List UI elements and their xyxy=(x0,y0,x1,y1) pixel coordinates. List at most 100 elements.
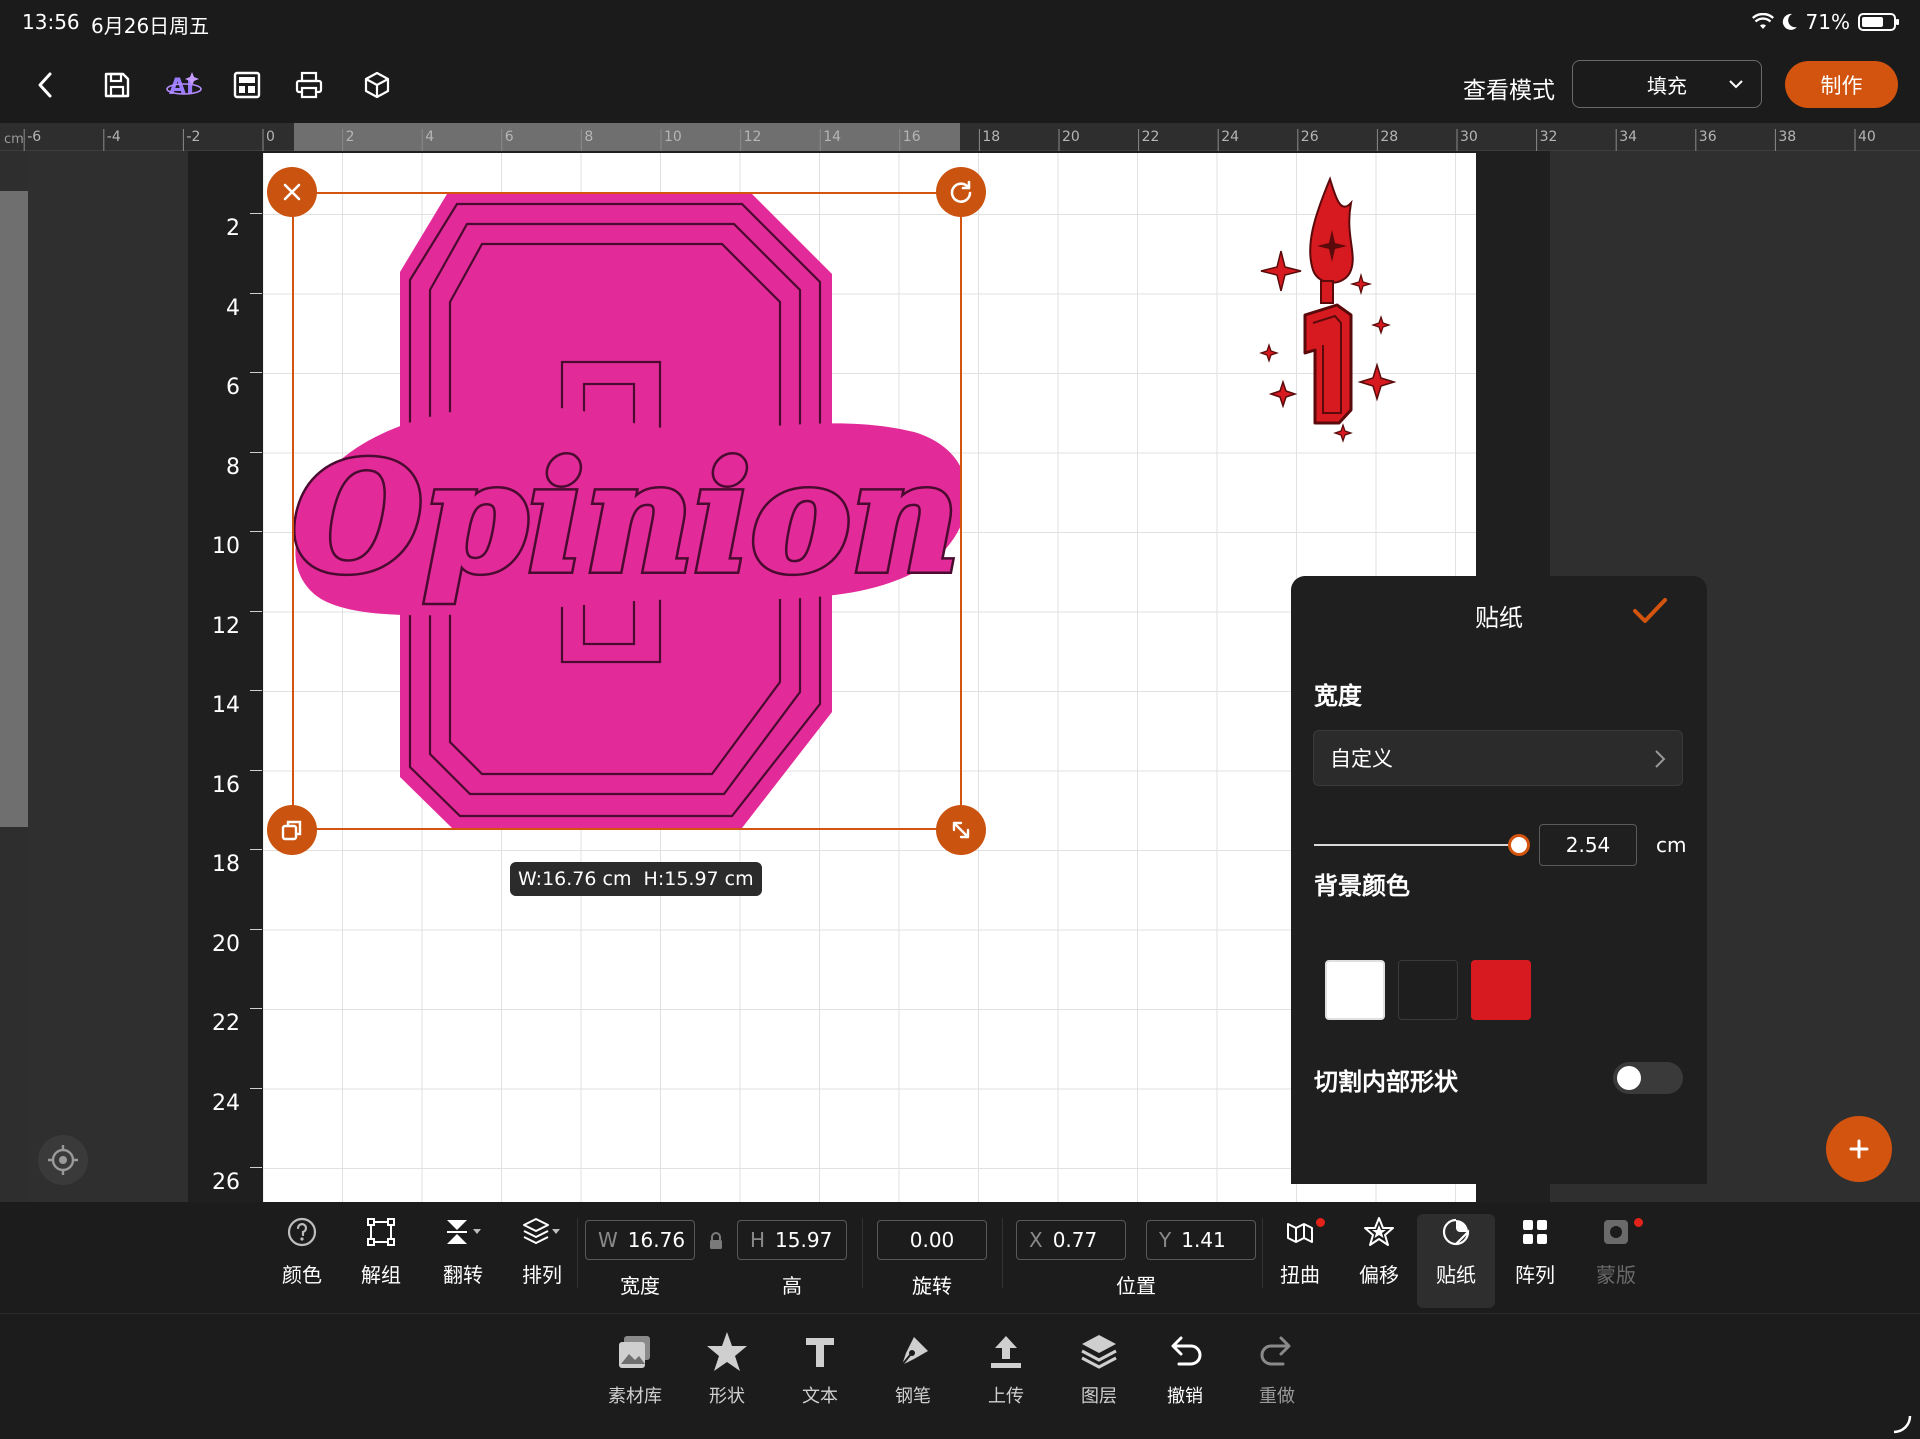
y-axis-tick xyxy=(250,690,262,691)
tab-text[interactable]: 文本 xyxy=(780,1328,860,1408)
horizontal-ruler: cm -6 -4 -2 0 2 4 6 8 10 12 14 16 18 20 22 24 26 28 30 32 34 3… xyxy=(0,123,1920,151)
moon-icon xyxy=(1782,13,1797,30)
tab-pen[interactable]: 钢笔 xyxy=(873,1328,953,1408)
cut-inner-toggle[interactable] xyxy=(1613,1062,1683,1094)
y-axis-number: 18 xyxy=(212,852,240,877)
help-circle-icon xyxy=(287,1217,317,1247)
upload-icon xyxy=(991,1336,1021,1368)
tab-library[interactable]: 素材库 xyxy=(595,1328,675,1408)
flip-tool[interactable]: 翻转 xyxy=(428,1214,498,1288)
width-slider-track[interactable] xyxy=(1314,844,1520,846)
redo-icon xyxy=(1260,1336,1291,1366)
arrange-tool[interactable]: 排列 xyxy=(507,1214,577,1288)
lock-icon[interactable] xyxy=(708,1232,724,1250)
crosshair-icon xyxy=(48,1145,78,1175)
save-icon[interactable] xyxy=(96,64,138,106)
tab-undo-label: 撤销 xyxy=(1167,1386,1203,1407)
ungroup-tool[interactable]: 解组 xyxy=(346,1214,416,1288)
ruler-tick-label: 20 xyxy=(1062,129,1080,145)
ruler-tick-label: 12 xyxy=(744,129,762,145)
width-mode-select[interactable]: 自定义 xyxy=(1313,730,1683,786)
chevron-right-icon xyxy=(1655,750,1666,768)
ungroup-icon xyxy=(367,1218,395,1246)
distort-tool[interactable]: 扭曲 xyxy=(1265,1214,1335,1288)
y-axis-tick xyxy=(250,1167,262,1168)
bg-color-white-swatch[interactable] xyxy=(1325,960,1385,1020)
back-icon[interactable] xyxy=(24,64,66,106)
width-field[interactable]: W 16.76 xyxy=(585,1220,695,1260)
position-caption: 位置 xyxy=(1116,1274,1156,1298)
tab-shapes-label: 形状 xyxy=(709,1386,745,1407)
selection-size-label: W:16.76 cm H:15.97 cm xyxy=(510,862,762,896)
battery-icon xyxy=(1858,13,1899,31)
flip-tool-label: 翻转 xyxy=(443,1263,483,1287)
candle-one-design[interactable] xyxy=(1255,175,1405,450)
ruler-tick-label: -4 xyxy=(107,129,121,145)
rotation-field[interactable]: 0.00 xyxy=(877,1220,987,1260)
resize-handle[interactable] xyxy=(936,805,986,855)
status-bar: 13:56 6月26日周五 71% xyxy=(0,0,1920,46)
ruler-tick-label: 10 xyxy=(664,129,682,145)
ruler-tick-label: 8 xyxy=(584,129,593,145)
y-axis-tick xyxy=(250,610,262,612)
grid-array-icon xyxy=(1523,1220,1547,1244)
tab-redo[interactable]: 重做 xyxy=(1237,1328,1317,1408)
add-button[interactable] xyxy=(1826,1116,1892,1182)
pen-icon xyxy=(901,1337,928,1366)
y-axis-number: 8 xyxy=(226,454,240,480)
view-mode-select[interactable]: 填充 xyxy=(1572,60,1762,108)
width-mode-value: 自定义 xyxy=(1330,747,1393,771)
height-field-prefix: H xyxy=(750,1228,766,1252)
offset-tool[interactable]: 偏移 xyxy=(1344,1214,1414,1288)
bg-color-red-swatch[interactable] xyxy=(1471,960,1531,1020)
mask-new-badge xyxy=(1634,1218,1643,1227)
tab-upload-label: 上传 xyxy=(988,1386,1024,1407)
sticker-tool[interactable]: 贴纸 xyxy=(1417,1214,1495,1308)
3d-box-icon[interactable] xyxy=(356,64,398,106)
duplicate-handle[interactable] xyxy=(267,805,317,855)
bottom-tab-bar: 素材库 形状 文本 钢笔 上传 图层 撤销 重做 xyxy=(0,1314,1920,1439)
print-icon[interactable] xyxy=(288,64,330,106)
mask-tool-label: 蒙版 xyxy=(1596,1263,1636,1287)
distort-new-badge xyxy=(1316,1218,1325,1227)
status-date: 6月26日周五 xyxy=(91,14,210,38)
tab-layers[interactable]: 图层 xyxy=(1059,1328,1139,1408)
y-position-field[interactable]: Y 1.41 xyxy=(1146,1220,1256,1260)
tab-undo[interactable]: 撤销 xyxy=(1145,1328,1225,1408)
x-position-field[interactable]: X 0.77 xyxy=(1016,1220,1126,1260)
selection-box[interactable] xyxy=(292,192,962,830)
y-axis-tick xyxy=(250,451,262,453)
y-axis-tick xyxy=(250,1008,262,1009)
y-axis-tick xyxy=(250,928,262,930)
width-slider-thumb[interactable] xyxy=(1508,834,1530,856)
y-axis-number: 14 xyxy=(212,693,240,718)
mask-icon xyxy=(1604,1220,1628,1244)
y-axis-tick xyxy=(250,531,262,532)
color-tool[interactable]: 颜色 xyxy=(267,1214,337,1288)
locate-button[interactable] xyxy=(38,1135,88,1185)
y-axis-number: 26 xyxy=(212,1170,240,1195)
star-shape-icon xyxy=(707,1332,747,1371)
ruler-tick-label: 28 xyxy=(1380,129,1398,145)
chevron-down-icon xyxy=(1729,80,1743,89)
ruler-tick-label: 14 xyxy=(823,129,841,145)
width-value-input[interactable]: 2.54 xyxy=(1539,824,1637,866)
template-icon[interactable] xyxy=(226,64,268,106)
rotate-handle[interactable] xyxy=(936,167,986,217)
make-button[interactable]: 制作 xyxy=(1785,61,1898,108)
check-icon[interactable] xyxy=(1631,594,1669,628)
ruler-tick-label: 22 xyxy=(1142,129,1160,145)
tab-shapes[interactable]: 形状 xyxy=(687,1328,767,1408)
bg-color-black-swatch[interactable] xyxy=(1398,960,1458,1020)
array-tool[interactable]: 阵列 xyxy=(1500,1214,1570,1288)
y-axis-number: 24 xyxy=(212,1090,240,1116)
height-field[interactable]: H 15.97 xyxy=(737,1220,847,1260)
sticker-icon xyxy=(1442,1218,1470,1246)
y-axis-tick xyxy=(250,849,262,850)
ruler-tick-label: 4 xyxy=(425,129,434,145)
ruler-tick-label: 0 xyxy=(266,129,275,145)
delete-handle[interactable] xyxy=(267,167,317,217)
ai-icon[interactable]: AI xyxy=(164,64,206,106)
tab-upload[interactable]: 上传 xyxy=(966,1328,1046,1408)
tab-library-label: 素材库 xyxy=(608,1386,662,1407)
